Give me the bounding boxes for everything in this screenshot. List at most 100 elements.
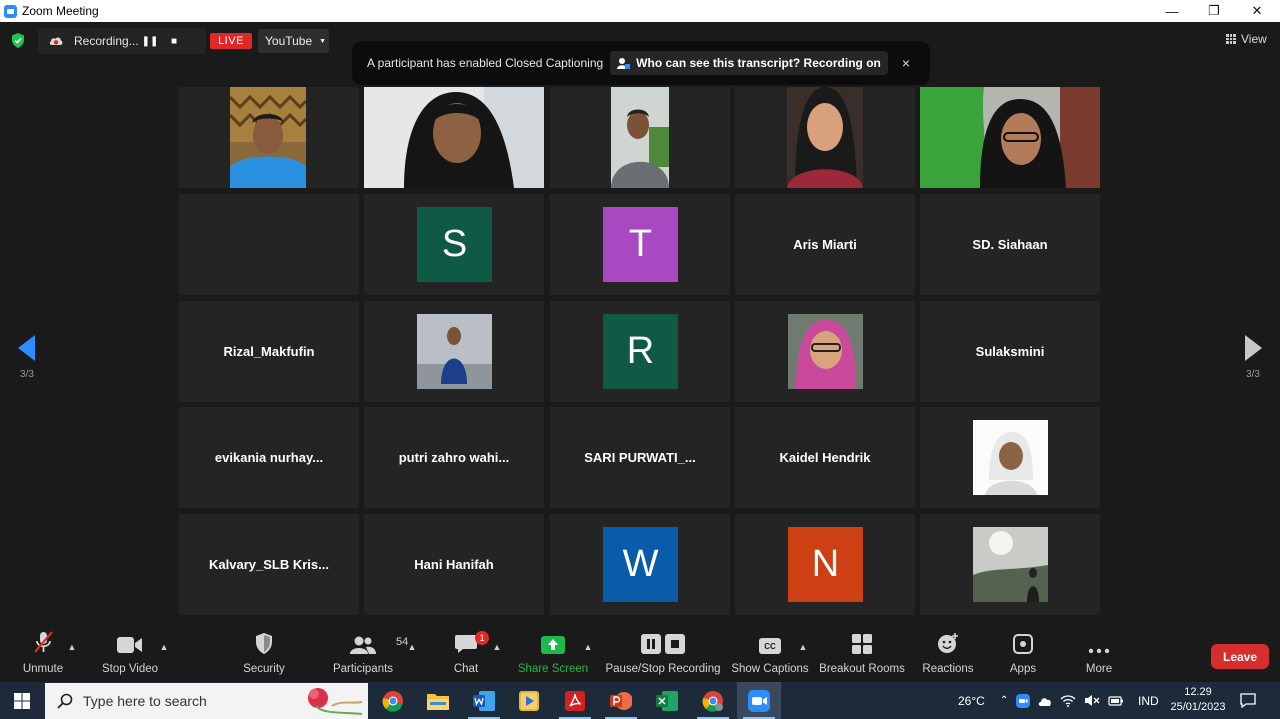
audio-options-caret[interactable]: ▲ (66, 626, 78, 682)
taskbar-chrome[interactable] (371, 682, 415, 719)
participant-tile[interactable]: N (735, 514, 915, 615)
participant-tile-blank[interactable] (179, 194, 359, 295)
participant-video-tile[interactable] (735, 87, 915, 188)
pause-stop-recording-button[interactable]: Pause/Stop Recording (605, 626, 721, 682)
battery-icon[interactable] (1108, 695, 1124, 707)
onedrive-icon[interactable] (1038, 695, 1052, 707)
close-icon[interactable]: × (902, 55, 910, 71)
security-button[interactable]: Security (238, 626, 290, 682)
excel-icon (656, 690, 678, 711)
unmute-button[interactable]: Unmute (18, 626, 68, 682)
search-placeholder: Type here to search (83, 693, 207, 709)
pause-recording-icon[interactable]: ❚❚ (138, 36, 162, 47)
wifi-icon[interactable] (1060, 694, 1076, 707)
participant-tile[interactable]: W (550, 514, 730, 615)
participant-tile[interactable]: Aris Miarti (735, 194, 915, 295)
participant-video-tile[interactable] (550, 87, 730, 188)
chat-button[interactable]: 1 Chat (449, 626, 489, 682)
participant-tile[interactable]: S (364, 194, 544, 295)
captions-options-caret[interactable]: ▲ (797, 626, 809, 682)
participant-tile[interactable] (920, 514, 1100, 615)
chevron-up-icon[interactable]: ⌃ (1000, 695, 1008, 706)
start-button[interactable] (0, 682, 44, 719)
windows-logo-icon (14, 692, 30, 709)
breakout-rooms-button[interactable]: Breakout Rooms (819, 626, 905, 682)
reactions-button[interactable]: Reactions (920, 626, 976, 682)
clock-date: 25/01/2023 (1170, 701, 1226, 713)
participant-video-feed (920, 87, 1100, 188)
close-button[interactable]: ✕ (1237, 0, 1277, 22)
participant-tile[interactable] (364, 301, 544, 402)
participant-tile[interactable]: SARI PURWATI_... (550, 407, 730, 508)
chat-label: Chat (453, 663, 479, 675)
taskbar-powerpoint[interactable] (599, 682, 643, 719)
share-screen-button[interactable]: Share Screen (518, 626, 588, 682)
language-label: IND (1138, 693, 1159, 708)
taskbar-zoom[interactable] (737, 682, 781, 719)
speaker-muted-icon[interactable] (1084, 694, 1100, 707)
previous-page-button[interactable]: 3/3 (7, 335, 47, 425)
reactions-label: Reactions (922, 663, 974, 675)
taskbar-word[interactable] (462, 682, 506, 719)
participants-options-caret[interactable]: ▲ (406, 626, 418, 682)
more-button[interactable]: More (1080, 626, 1118, 682)
participant-name: Kalvary_SLB Kris... (209, 557, 329, 572)
participant-tile[interactable]: putri zahro wahi... (364, 407, 544, 508)
video-options-caret[interactable]: ▲ (158, 626, 170, 682)
participant-avatar: R (603, 314, 678, 389)
pause-icon (641, 634, 661, 654)
taskbar-excel[interactable] (645, 682, 689, 719)
cloud-recording-icon (49, 37, 63, 45)
apps-button[interactable]: Apps (1004, 626, 1042, 682)
participant-tile[interactable] (920, 407, 1100, 508)
zoom-tray-icon[interactable] (1016, 693, 1031, 708)
participant-profile-photo (788, 314, 863, 389)
chat-options-caret[interactable]: ▲ (491, 626, 503, 682)
weather-widget[interactable]: 26°C (958, 682, 985, 719)
participant-video-tile[interactable] (364, 87, 544, 188)
minimize-button[interactable]: — (1152, 0, 1192, 22)
taskbar-clock[interactable]: 12.29 25/01/2023 (1164, 685, 1232, 715)
transcript-visibility-button[interactable]: Who can see this transcript? Recording o… (610, 51, 888, 75)
participant-tile[interactable]: SD. Siahaan (920, 194, 1100, 295)
share-options-caret[interactable]: ▲ (582, 626, 594, 682)
closed-caption-notification: A participant has enabled Closed Caption… (352, 41, 930, 85)
breakout-rooms-icon (852, 634, 872, 654)
taskbar-chrome-profile[interactable] (691, 682, 735, 719)
taskbar-acrobat[interactable] (553, 682, 597, 719)
stream-target-dropdown[interactable]: YouTube ▼ (258, 29, 329, 53)
participant-avatar: S (417, 207, 492, 282)
stop-video-button[interactable]: Stop Video (98, 626, 162, 682)
stop-icon (665, 634, 685, 654)
restore-button[interactable]: ❐ (1194, 0, 1234, 22)
next-page-button[interactable]: 3/3 (1233, 335, 1273, 425)
participant-video-tile[interactable] (920, 87, 1100, 188)
participant-tile[interactable]: R (550, 301, 730, 402)
recording-indicator: Recording... ❚❚ ■ (38, 28, 206, 54)
participant-tile[interactable]: Kalvary_SLB Kris... (179, 514, 359, 615)
file-explorer-icon (427, 693, 449, 710)
participant-tile[interactable]: Rizal_Makfufin (179, 301, 359, 402)
stop-recording-icon[interactable]: ■ (162, 36, 186, 47)
participants-button[interactable]: 54 Participants (330, 626, 408, 682)
grid-view-icon (1226, 34, 1236, 44)
input-language[interactable]: IND (1138, 682, 1159, 719)
leave-button[interactable]: Leave (1211, 644, 1269, 669)
participant-tile[interactable]: Hani Hanifah (364, 514, 544, 615)
participant-name: evikania nurhay... (214, 450, 324, 465)
participant-tile[interactable] (735, 301, 915, 402)
taskbar-media-player[interactable] (507, 682, 551, 719)
participant-tile[interactable]: Sulaksmini (920, 301, 1100, 402)
search-highlight-image (302, 684, 366, 718)
participant-video-tile[interactable] (179, 87, 359, 188)
encryption-shield-icon[interactable] (11, 33, 25, 48)
apps-icon (1013, 634, 1033, 654)
participant-tile[interactable]: evikania nurhay... (179, 407, 359, 508)
participant-tile[interactable]: Kaidel Hendrik (735, 407, 915, 508)
taskbar-search-box[interactable]: Type here to search (45, 683, 368, 719)
view-button[interactable]: View (1226, 32, 1267, 46)
notification-center-button[interactable] (1240, 682, 1256, 719)
participant-name: Hani Hanifah (414, 557, 494, 572)
taskbar-file-explorer[interactable] (416, 682, 460, 719)
participant-tile[interactable]: T (550, 194, 730, 295)
